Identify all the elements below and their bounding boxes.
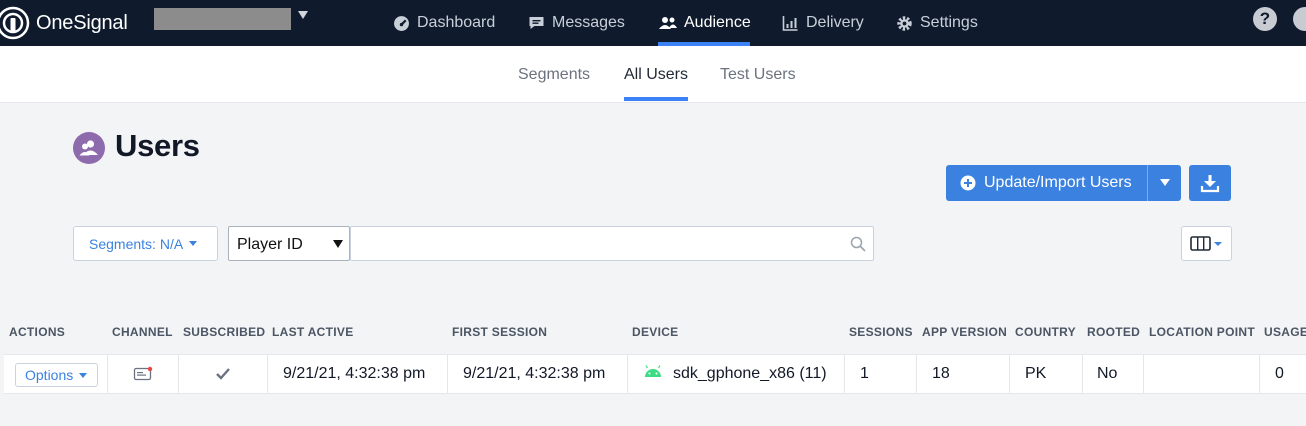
search-input[interactable] — [350, 226, 874, 261]
column-header-rooted: ROOTED — [1087, 325, 1141, 339]
columns-icon — [1190, 236, 1222, 251]
download-button[interactable] — [1189, 165, 1231, 201]
first-session-cell: 9/21/21, 4:32:38 pm — [447, 355, 627, 393]
sessions-cell: 1 — [844, 355, 916, 393]
search-field-select[interactable]: Player ID — [228, 226, 350, 261]
segments-filter-button[interactable]: Segments: N/A — [73, 226, 218, 261]
app-version-cell: 18 — [916, 355, 1009, 393]
chevron-down-icon — [333, 240, 343, 248]
last-active-cell: 9/21/21, 4:32:38 pm — [267, 355, 447, 393]
nav-item-label: Dashboard — [417, 14, 496, 31]
column-header-last-active[interactable]: LAST ACTIVE — [272, 325, 354, 339]
country-cell: PK — [1009, 355, 1082, 393]
android-icon — [645, 365, 661, 377]
users-icon — [659, 17, 677, 29]
push-channel-icon — [133, 366, 153, 381]
column-picker-button[interactable] — [1181, 226, 1232, 261]
checkmark-icon — [216, 368, 230, 380]
dashboard-gauge-icon — [394, 15, 409, 31]
nav-item-label: Messages — [552, 14, 625, 31]
update-import-users-button[interactable]: Update/Import Users — [946, 165, 1181, 201]
app-selector-caret-icon[interactable] — [298, 11, 308, 19]
top-navigation-bar: OneSignal Dashboard Messages Audience De… — [0, 0, 1306, 46]
nav-item-dashboard[interactable]: Dashboard — [393, 0, 495, 46]
channel-cell — [107, 355, 178, 393]
onesignal-logo[interactable]: OneSignal — [0, 5, 128, 41]
options-button-label: Options — [25, 367, 74, 383]
brand-name: OneSignal — [36, 11, 128, 34]
chevron-down-icon — [1160, 179, 1170, 186]
column-header-actions: ACTIONS — [9, 325, 66, 339]
column-header-channel: CHANNEL — [112, 325, 173, 339]
tab-test-users[interactable]: Test Users — [720, 66, 796, 84]
column-header-usage: USAGE — [1264, 325, 1306, 339]
search-icon[interactable] — [850, 236, 866, 252]
segments-filter-value: N/A — [159, 235, 184, 252]
download-icon — [1200, 175, 1220, 193]
column-header-first-session[interactable]: FIRST SESSION — [452, 325, 547, 339]
tab-segments[interactable]: Segments — [518, 66, 590, 84]
nav-item-label: Delivery — [806, 14, 864, 31]
subscribed-cell — [178, 355, 267, 393]
column-header-app-version: APP VERSION — [922, 325, 1008, 339]
column-header-country: COUNTRY — [1015, 325, 1076, 339]
account-avatar[interactable] — [1293, 7, 1306, 31]
plus-circle-icon — [960, 175, 976, 191]
help-icon[interactable]: ? — [1253, 7, 1277, 31]
segments-filter-label: Segments: — [89, 235, 156, 252]
options-button[interactable]: Options — [15, 363, 98, 387]
users-page-icon — [73, 132, 105, 164]
usage-cell: 0 — [1259, 355, 1306, 393]
nav-item-delivery[interactable]: Delivery — [782, 0, 864, 46]
column-header-subscribed: SUBSCRIBED — [183, 325, 266, 339]
import-options-dropdown[interactable] — [1147, 165, 1181, 201]
column-header-device: DEVICE — [632, 325, 679, 339]
actions-cell: Options — [4, 355, 107, 393]
import-users-label: Update/Import Users — [984, 174, 1132, 191]
audience-subtabs: Segments All Users Test Users — [0, 46, 1306, 103]
table-row: Options 9/21/21, 4:32:38 pm 9/21/21, 4:3… — [4, 354, 1306, 394]
nav-item-label: Settings — [920, 14, 978, 31]
bar-chart-icon — [782, 16, 798, 31]
device-cell: sdk_gphone_x86 (11) — [627, 355, 844, 393]
onesignal-logo-icon — [0, 6, 30, 40]
column-header-sessions[interactable]: SESSIONS — [849, 325, 913, 339]
column-header-location-point: LOCATION POINT — [1149, 325, 1255, 339]
users-icon — [79, 140, 98, 156]
device-name: sdk_gphone_x86 (11) — [673, 365, 827, 382]
app-selector[interactable] — [154, 8, 291, 30]
nav-item-settings[interactable]: Settings — [896, 0, 978, 46]
nav-item-label: Audience — [684, 14, 751, 31]
chevron-down-icon — [189, 241, 198, 246]
nav-item-messages[interactable]: Messages — [528, 0, 625, 46]
search-field-select-value: Player ID — [237, 236, 303, 253]
nav-item-audience[interactable]: Audience — [659, 0, 751, 46]
gear-icon — [897, 15, 912, 31]
tab-active-indicator — [624, 97, 688, 101]
page-title: Users — [115, 128, 200, 163]
chevron-down-icon — [79, 372, 88, 378]
import-users-main-button[interactable]: Update/Import Users — [946, 165, 1147, 201]
chat-bubble-icon — [529, 17, 544, 29]
location-point-cell — [1143, 355, 1259, 393]
rooted-cell: No — [1082, 355, 1143, 393]
tab-all-users[interactable]: All Users — [624, 66, 688, 84]
